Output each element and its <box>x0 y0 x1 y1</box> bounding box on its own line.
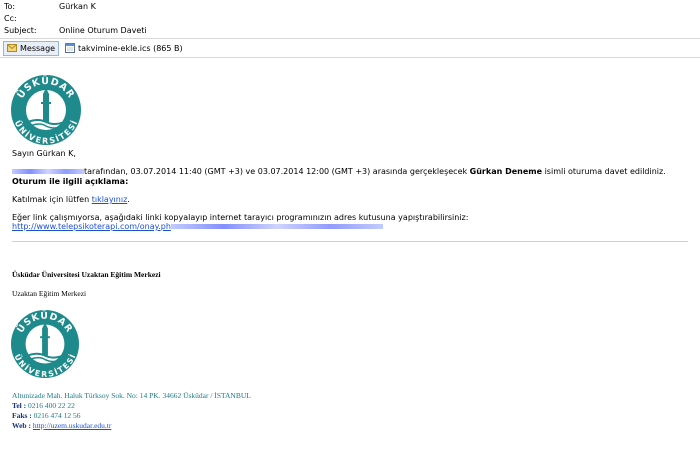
greeting: Sayın Gürkan K, <box>12 149 76 158</box>
signature-web: Web : http://uzem.uskudar.edu.tr <box>12 421 111 431</box>
invite-line: tarafından, 03.07.2014 11:40 (GMT +3) ve… <box>12 167 666 177</box>
join-line: Katılmak için lütfen tıklayınız. <box>12 195 130 205</box>
signature-tel: Tel : 0216 400 22 22 <box>12 401 75 411</box>
message-body: ÜSKÜDAR ÜNİVERSİTESİ Sayın Gürkan K, tar… <box>0 57 700 451</box>
join-post: . <box>127 195 130 204</box>
tel-value: 0216 400 22 22 <box>26 401 75 410</box>
join-pre: Katılmak için lütfen <box>12 195 92 204</box>
message-header: To: Gürkan K Cc: Subject: Online Oturum … <box>0 0 700 38</box>
to-label: To: <box>4 2 16 11</box>
redacted-link-tail <box>170 224 383 229</box>
fax-label: Faks : <box>12 411 32 420</box>
invite-pre: tarafından, 03.07.2014 11:40 (GMT +3) ve… <box>84 167 470 176</box>
to-value[interactable]: Gürkan K <box>59 1 96 13</box>
uskudar-logo-signature: ÜSKÜDAR ÜNİVERSİTESİ <box>10 309 80 379</box>
tab-attachment-ics[interactable]: takvimine-ekle.ics (865 B) <box>61 41 187 56</box>
divider <box>12 241 688 242</box>
calendar-file-icon <box>65 43 75 53</box>
tel-label: Tel : <box>12 401 27 410</box>
subject-label: Subject: <box>4 26 37 35</box>
signature-fax: Faks : 0216 474 12 56 <box>12 411 81 421</box>
cc-label: Cc: <box>4 14 17 23</box>
tab-message-label: Message <box>20 44 56 53</box>
subject-value: Online Oturum Daveti <box>59 26 147 35</box>
signature-address: Altunizade Mah. Haluk Türksoy Sok. No: 1… <box>12 391 251 400</box>
fallback-link[interactable]: http://www.telepsikoterapi.com/onay.ph <box>12 222 171 231</box>
invite-post: isimli oturuma davet edildiniz. <box>542 167 666 176</box>
session-name: Gürkan Deneme <box>469 167 543 176</box>
envelope-icon <box>7 44 17 52</box>
join-link[interactable]: tıklayınız <box>92 195 128 204</box>
tab-message[interactable]: Message <box>3 41 60 56</box>
description-label: Oturum ile ilgili açıklama: <box>12 177 129 186</box>
redacted-sender <box>12 169 84 174</box>
fallback-link-line: http://www.telepsikoterapi.com/onay.ph <box>12 222 383 232</box>
signature-dept: Uzaktan Eğitim Merkezi <box>12 289 87 298</box>
attachment-tabs: Message takvimine-ekle.ics (865 B) <box>0 38 700 58</box>
signature-org: Üsküdar Üniversitesi Uzaktan Eğitim Merk… <box>12 270 161 279</box>
web-link[interactable]: http://uzem.uskudar.edu.tr <box>33 421 112 430</box>
fax-value: 0216 474 12 56 <box>31 411 81 420</box>
uskudar-logo: ÜSKÜDAR ÜNİVERSİTESİ <box>11 75 81 146</box>
web-label: Web : <box>12 421 31 430</box>
tab-attachment-label: takvimine-ekle.ics (865 B) <box>78 44 183 53</box>
